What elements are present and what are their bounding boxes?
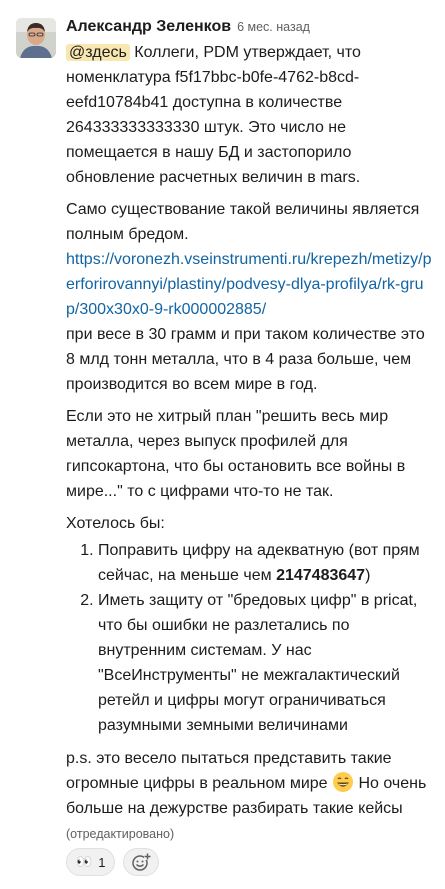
timestamp[interactable]: 6 мес. назад xyxy=(237,15,310,40)
avatar[interactable] xyxy=(16,18,56,58)
paragraph-2: Само существование такой величины являет… xyxy=(66,197,434,397)
request-list: Поправить цифру на адекватную (вот прям … xyxy=(66,538,434,738)
paragraph-3: Если это не хитрый план "решить весь мир… xyxy=(66,408,406,500)
list-item-1-bold: 2147483647 xyxy=(276,567,366,584)
paragraph-1: @здесь Коллеги, PDM утверждает, что номе… xyxy=(66,40,434,190)
paragraph-2-after: при весе в 30 грамм и при таком количест… xyxy=(66,326,425,393)
message-content: Александр Зеленков 6 мес. назад @здесь К… xyxy=(66,14,434,854)
paragraph-1-text: Коллеги, PDM утверждает, что номенклатур… xyxy=(66,44,361,186)
list-item: Поправить цифру на адекватную (вот прям … xyxy=(98,538,434,588)
avatar-photo xyxy=(16,18,56,58)
message-header: Александр Зеленков 6 мес. назад xyxy=(66,14,434,40)
author-name[interactable]: Александр Зеленков xyxy=(66,14,231,39)
reactions-bar: 👀 1 xyxy=(66,848,160,876)
list-item: Иметь защиту от "бредовых цифр" в pricat… xyxy=(98,588,434,738)
mention-here[interactable]: @здесь xyxy=(66,44,130,61)
paragraph-4: Хотелось бы: xyxy=(66,515,165,532)
reaction-count: 1 xyxy=(98,854,106,870)
reaction-eyes[interactable]: 👀 1 xyxy=(66,848,116,876)
list-item-1-text: Поправить цифру на адекватную (вот прям … xyxy=(98,542,420,584)
paragraph-5: p.s. это весело пытаться представить так… xyxy=(66,746,434,847)
product-link[interactable]: https://voronezh.vseinstrumenti.ru/krepe… xyxy=(66,251,432,318)
paragraph-2-text: Само существование такой величины являет… xyxy=(66,201,420,243)
eyes-icon: 👀 xyxy=(76,854,93,869)
add-reaction-button[interactable] xyxy=(123,848,160,876)
edited-label: (отредактировано) xyxy=(66,827,175,841)
list-item-1-after: ) xyxy=(365,567,371,584)
add-reaction-icon xyxy=(132,853,152,871)
grinning-face-icon xyxy=(333,772,353,792)
